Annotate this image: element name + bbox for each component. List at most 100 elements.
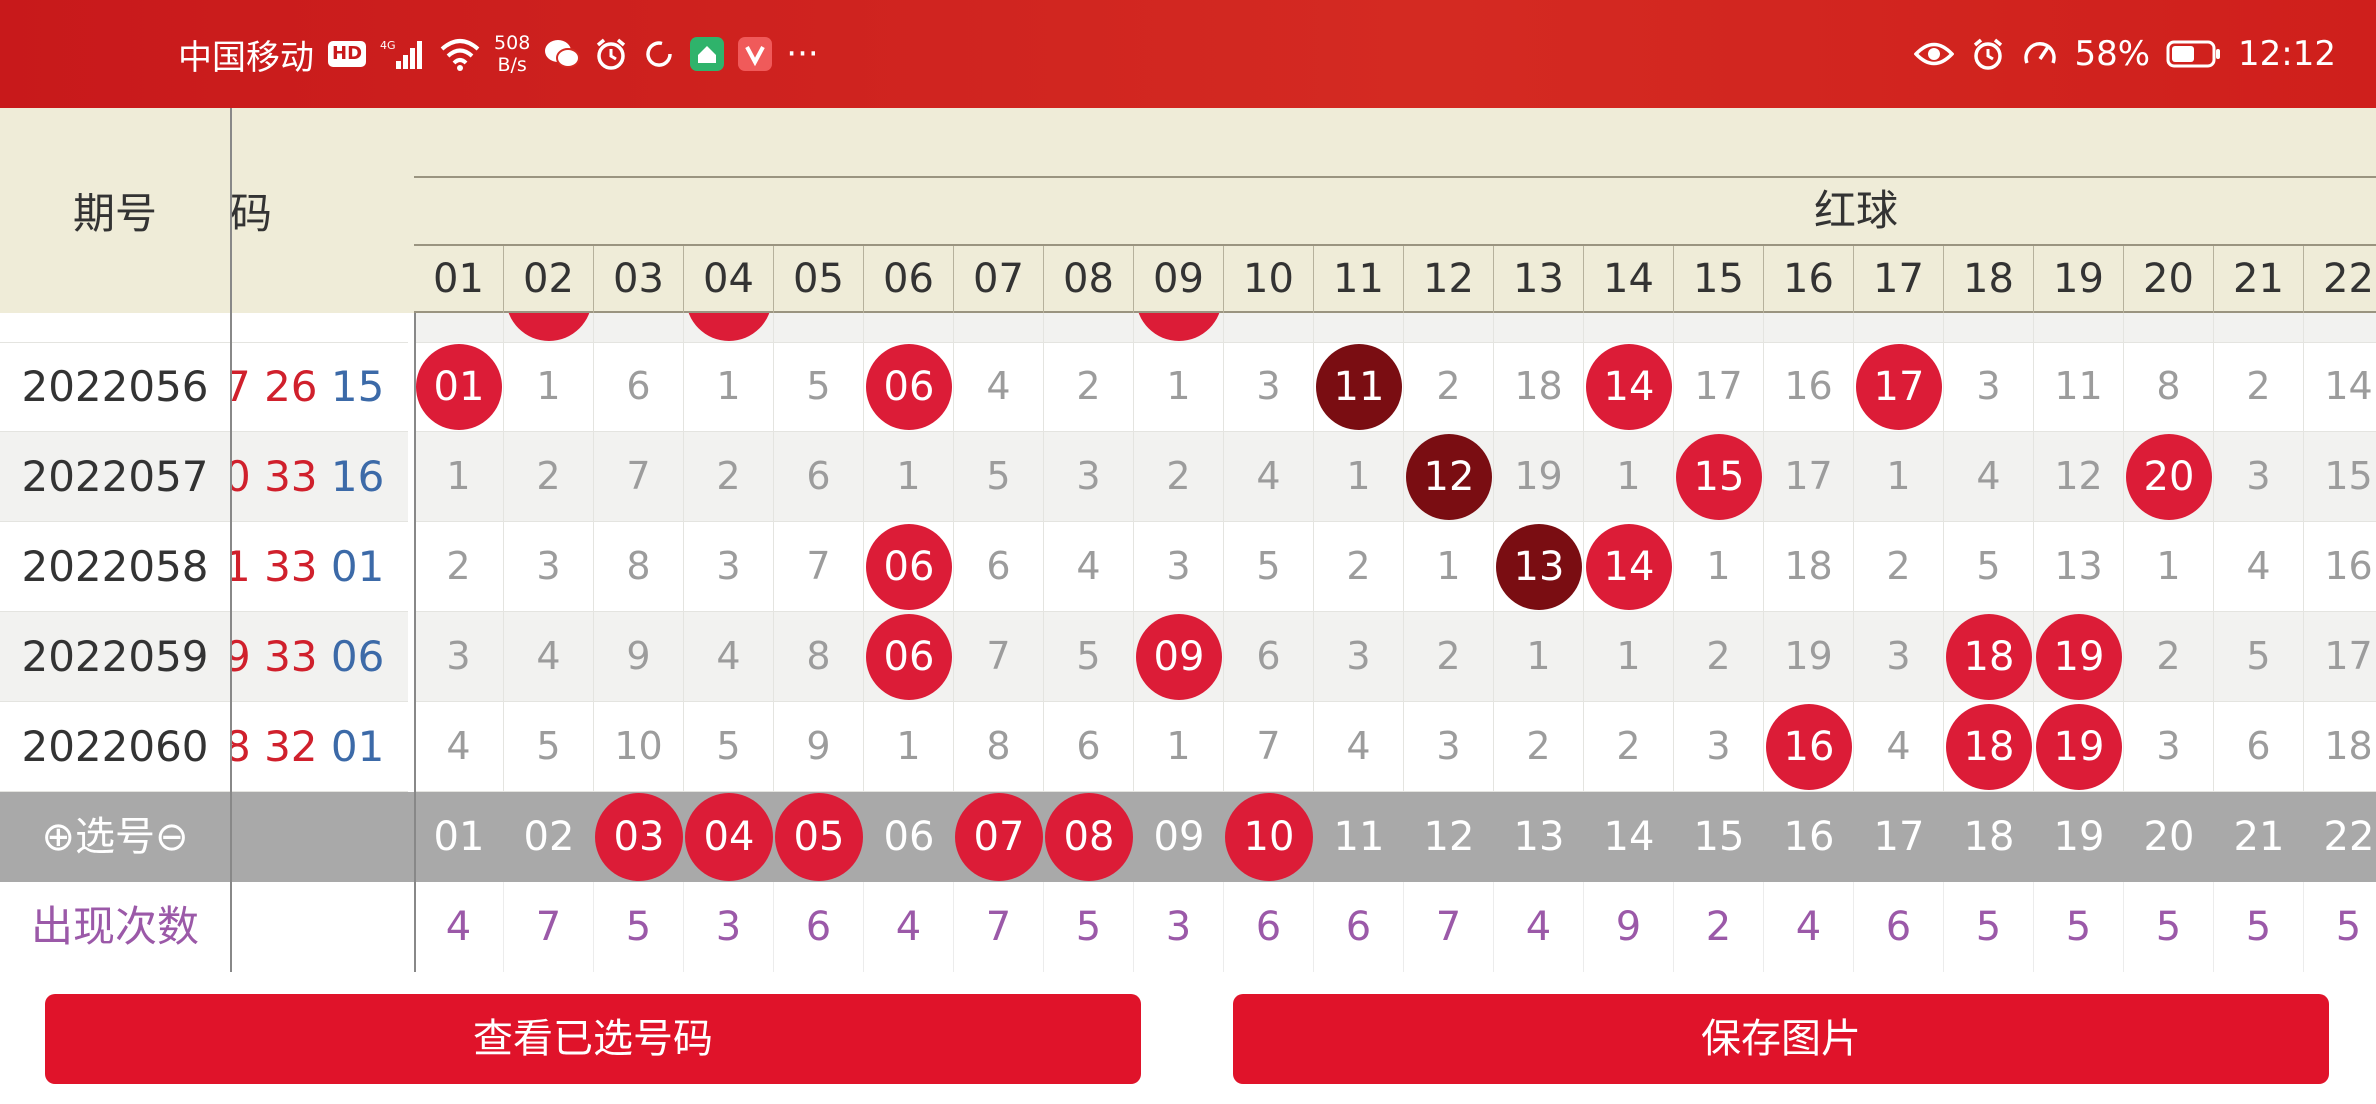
grid-cell: 20 xyxy=(2124,432,2214,522)
grid-cell: 1 xyxy=(504,342,594,432)
grid-cell: 6 xyxy=(1044,702,1134,792)
select-number-03[interactable]: 03 xyxy=(594,792,684,882)
grid-cell: 4 xyxy=(1944,432,2034,522)
grid-cell: 14 xyxy=(1584,342,1674,432)
wechat-icon xyxy=(544,38,581,70)
grid-cell: 3 xyxy=(1944,342,2034,432)
grid-cell: 12 xyxy=(1404,432,1494,522)
red-ball-grid[interactable]: 红球 01 02 03 04 05 06 07 08 09 10 11 12 13 14 15 16 17 18 1… xyxy=(414,108,2376,972)
select-number-07[interactable]: 07 xyxy=(954,792,1044,882)
speed-icon xyxy=(2022,37,2058,71)
select-number-02[interactable]: 02 xyxy=(504,792,594,882)
select-number-16[interactable]: 16 xyxy=(1764,792,1854,882)
red-numbers: 7 26 xyxy=(230,362,318,411)
count-cell: 4 xyxy=(414,882,504,972)
grid-cell: 7 xyxy=(1224,702,1314,792)
grid-cell: 18 xyxy=(1494,342,1584,432)
grid-cell: 1 xyxy=(2124,522,2214,612)
selected-ball-03: 03 xyxy=(595,793,683,881)
hit-ball-18: 18 xyxy=(1946,614,2032,700)
grid-cell: 4 xyxy=(504,612,594,702)
column-header-17: 17 xyxy=(1854,246,1944,313)
select-number-01[interactable]: 01 xyxy=(414,792,504,882)
grid-cell: 4 xyxy=(1044,522,1134,612)
count-cell: 5 xyxy=(594,882,684,972)
hit-ball-12: 12 xyxy=(1406,434,1492,520)
select-number-19[interactable]: 19 xyxy=(2034,792,2124,882)
count-cell: 4 xyxy=(1494,882,1584,972)
grid-cell: 3 xyxy=(1134,522,1224,612)
count-cell: 4 xyxy=(1764,882,1854,972)
select-number-09[interactable]: 09 xyxy=(1134,792,1224,882)
select-number-20[interactable]: 20 xyxy=(2124,792,2214,882)
grid-cell: 5 xyxy=(1944,522,2034,612)
carrier-label: 中国移动 xyxy=(178,37,314,78)
grid-cell: 3 xyxy=(1224,342,1314,432)
count-cell: 5 xyxy=(2124,882,2214,972)
select-number-14[interactable]: 14 xyxy=(1584,792,1674,882)
occurrence-count-label: 出现次数 xyxy=(30,902,199,951)
grid-cell: 6 xyxy=(954,522,1044,612)
grid-cell: 19 xyxy=(2034,702,2124,792)
grid-cell: 5 xyxy=(774,342,864,432)
select-number-05[interactable]: 05 xyxy=(774,792,864,882)
grid-cell: 17 xyxy=(1854,342,1944,432)
grid-cell: 9 xyxy=(594,612,684,702)
table-row: 1 2 7 2 6 1 5 3 2 4 1 12 19 1 15 17 1 4 12 20 3 15 xyxy=(414,432,2376,522)
grid-cell: 1 xyxy=(1134,702,1224,792)
grid-cell: 1 xyxy=(414,432,504,522)
grid-cell: 8 xyxy=(594,522,684,612)
blue-number: 16 xyxy=(317,452,385,501)
grid-cell: 7 xyxy=(954,612,1044,702)
count-cell: 5 xyxy=(2214,882,2304,972)
grid-cell: 1 xyxy=(1314,432,1404,522)
hit-ball-13: 13 xyxy=(1496,524,1582,610)
hit-ball-01: 01 xyxy=(416,344,502,430)
drawn-numbers: 1 33 01 xyxy=(230,522,408,612)
select-number-22[interactable]: 22 xyxy=(2304,792,2376,882)
select-number-12[interactable]: 12 xyxy=(1404,792,1494,882)
hit-ball-19: 19 xyxy=(2036,614,2122,700)
grid-cell: 4 xyxy=(1314,702,1404,792)
select-row[interactable]: 01 02 03 04 05 06 07 08 09 10 11 12 13 14 15 16 17 18 19 20… xyxy=(414,792,2376,882)
grid-cell: 5 xyxy=(954,432,1044,522)
grid-cell: 16 xyxy=(1764,342,1854,432)
select-number-15[interactable]: 15 xyxy=(1674,792,1764,882)
select-number-13[interactable]: 13 xyxy=(1494,792,1584,882)
red-numbers: 9 33 xyxy=(230,632,318,681)
view-selected-numbers-button[interactable]: 查看已选号码 xyxy=(45,994,1141,1084)
select-number-21[interactable]: 21 xyxy=(2214,792,2304,882)
column-header-04: 04 xyxy=(684,246,774,313)
drawn-numbers-header: 码 xyxy=(230,108,414,313)
status-right: 58% 12:12 xyxy=(1914,0,2336,108)
grid-cell: 10 xyxy=(594,702,684,792)
grid-cell: 19 xyxy=(1764,612,1854,702)
select-number-10[interactable]: 10 xyxy=(1224,792,1314,882)
grid-cell: 7 xyxy=(594,432,684,522)
select-number-06[interactable]: 06 xyxy=(864,792,954,882)
select-number-control[interactable]: ⊕选号⊖ xyxy=(0,792,230,882)
grid-cell: 7 xyxy=(774,522,864,612)
wifi-icon xyxy=(440,37,480,71)
column-header-13: 13 xyxy=(1494,246,1584,313)
more-notifications: ··· xyxy=(786,34,819,74)
grid-cell: 09 xyxy=(1134,612,1224,702)
select-number-18[interactable]: 18 xyxy=(1944,792,2034,882)
grid-cell: 5 xyxy=(1044,612,1134,702)
count-cell: 3 xyxy=(684,882,774,972)
select-number-08[interactable]: 08 xyxy=(1044,792,1134,882)
select-number-04[interactable]: 04 xyxy=(684,792,774,882)
grid-cell: 2 xyxy=(414,522,504,612)
count-cell: 5 xyxy=(2304,882,2376,972)
home-app-icon xyxy=(690,37,725,71)
select-number-17[interactable]: 17 xyxy=(1854,792,1944,882)
net-speed-unit: B/s xyxy=(497,54,527,76)
column-header-22: 22 xyxy=(2304,246,2376,313)
grid-cell: 06 xyxy=(864,342,954,432)
count-cell: 7 xyxy=(1404,882,1494,972)
red-ball-header-label: 红球 xyxy=(1813,186,1898,235)
select-number-11[interactable]: 11 xyxy=(1314,792,1404,882)
save-image-button[interactable]: 保存图片 xyxy=(1233,994,2329,1084)
hit-ball-06: 06 xyxy=(866,524,952,610)
drawn-numbers-column: 码 5 33 057 26 150 33 161 33 019 33 068 3… xyxy=(230,108,416,972)
